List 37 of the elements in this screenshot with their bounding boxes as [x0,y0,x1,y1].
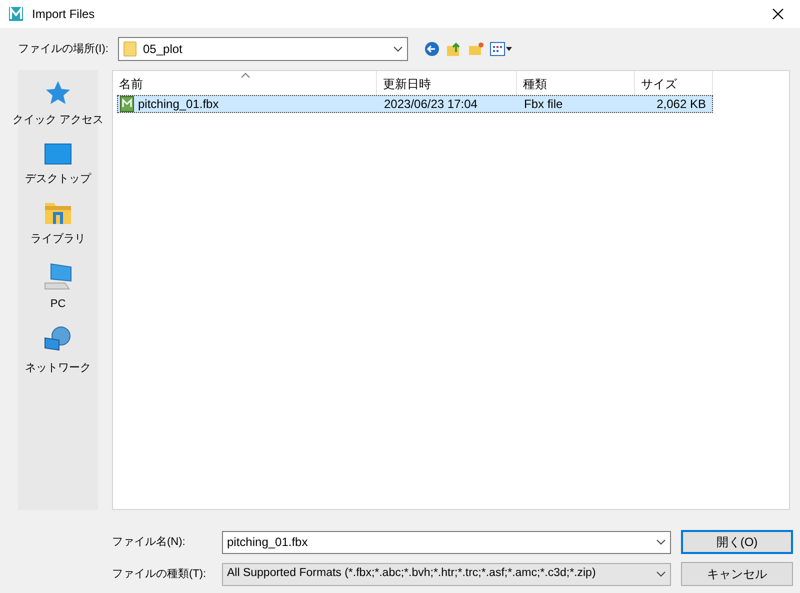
window-title: Import Files [32,6,95,23]
sidebar-item[interactable]: ネットワーク [25,326,91,376]
back-icon[interactable] [424,41,440,57]
folder-icon [123,41,137,57]
sidebar-item[interactable]: ライブラリ [30,201,86,248]
file-type-value: All Supported Formats (*.fbx;*.abc;*.bvh;*.htr;*.trc;*.asf;*.amc;*.c3d;*.zip) [227,566,597,582]
library-folder-icon [44,201,72,225]
file-name-value: pitching_01.fbx [227,534,309,551]
sidebar-item[interactable]: デスクトップ [25,142,91,187]
sidebar-item[interactable]: クイック アクセス [12,80,104,128]
computer-icon [43,262,73,290]
location-value: 05_plot [143,41,184,58]
file-name-label: ファイル名(N): [112,534,186,550]
file-icon [120,96,134,112]
sidebar-item[interactable]: PC [43,262,73,312]
app-logo-icon [8,6,24,22]
monitor-icon [44,142,72,164]
chevron-down-icon [393,46,403,52]
chevron-down-icon [656,571,666,577]
file-type-label: ファイルの種類(T): [112,566,208,582]
file-row[interactable]: pitching_01.fbx 2023/06/23 17:04 Fbx file 2,062 KB [117,95,713,113]
location-dropdown[interactable]: 05_plot [118,37,408,61]
folder-up-icon[interactable] [446,41,462,57]
file-name-field[interactable]: pitching_01.fbx [222,530,671,554]
table-cell-text: 2,062 KB [656,96,707,113]
cancel-button[interactable]: キャンセル [681,562,793,586]
open-button[interactable]: 開く(O) [681,530,793,554]
file-name-cell-text: pitching_01.fbx [138,96,219,113]
view-menu-icon[interactable] [490,42,512,56]
close-icon[interactable] [772,8,784,20]
chevron-down-icon [656,539,666,545]
table-cell-text: 2023/06/23 17:04 [383,96,478,113]
table-cell-text: Fbx file [523,96,564,113]
file-type-dropdown[interactable]: All Supported Formats (*.fbx;*.abc;*.bvh;*.htr;*.trc;*.asf;*.amc;*.c3d;*.zip) [222,562,671,586]
star-icon [45,80,71,106]
location-label: ファイルの場所(I): [18,42,110,57]
new-folder-icon[interactable] [468,41,484,57]
